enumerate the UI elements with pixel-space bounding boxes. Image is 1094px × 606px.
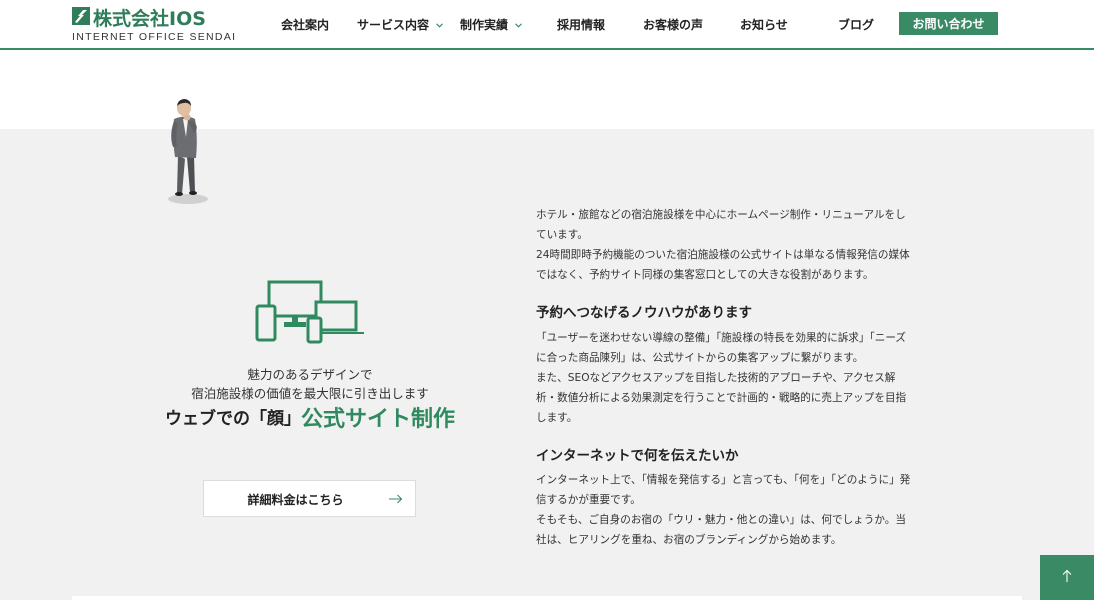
nav-item-label: 制作実績 [460, 18, 509, 32]
body-line: インターネット上で、「情報を発信する」と言っても、「何を」「どのように」発 [536, 474, 911, 486]
businessman-figure [168, 99, 208, 204]
nav-item-news[interactable]: お知らせ [740, 16, 788, 33]
nav-item-label: 採用情報 [557, 18, 606, 32]
contact-button[interactable]: お問い合わせ [899, 12, 998, 35]
arrow-up-icon [1062, 569, 1072, 582]
body-line: 社は、ヒアリングを重ね、お宿のブランディングから始めます。 [536, 534, 842, 546]
price-details-button[interactable]: 詳細料金はこちら [203, 480, 416, 517]
tagline-line-1: 魅力のあるデザインで [247, 367, 373, 382]
logo[interactable]: 株式会社IOS INTERNET OFFICE SENDAI [72, 6, 235, 43]
nav-item-label: お知らせ [740, 18, 788, 32]
next-section-edge [72, 596, 1022, 606]
nav-item-label: ブログ [838, 18, 875, 32]
section-heading: 予約へつなげるノウハウがあります [536, 305, 752, 321]
arrow-right-icon [389, 494, 403, 504]
body-line: します。 [536, 412, 578, 424]
nav-item-label: お客様の声 [643, 18, 704, 32]
intro-line: 24時間即時予約機能のついた宿泊施設様の公式サイトは単なる情報発信の媒体 [536, 249, 910, 261]
intro-line: ています。 [536, 229, 588, 241]
nav-item-company[interactable]: 会社案内 [281, 16, 329, 33]
intro-line: ではなく、予約サイト同様の集客窓口としての大きな役割があります。 [536, 269, 874, 281]
body-line: に合った商品陳列」は、公式サイトからの集客アップに繋がります。 [536, 352, 864, 364]
devices-icon [255, 280, 364, 344]
nav-item-recruit[interactable]: 採用情報 [557, 16, 605, 33]
chevron-down-icon [436, 23, 444, 28]
section-heading: インターネットで何を伝えたいか [536, 448, 739, 464]
tagline-line-2: 宿泊施設様の価値を最大限に引き出します [191, 386, 429, 401]
headline-prefix: ウェブでの「顔」 [164, 409, 301, 429]
logo-name: 株式会社IOS [93, 8, 206, 30]
nav-item-works[interactable]: 制作実績 [460, 16, 523, 33]
logo-mark-icon [72, 7, 90, 25]
nav-item-label: サービス内容 [357, 18, 430, 32]
body-line: そもそも、ご自身のお宿の「ウリ・魅力・他との違い」は、何でしょうか。当 [536, 514, 906, 526]
price-button-label: 詳細料金はこちら [247, 493, 344, 507]
logo-subtitle: INTERNET OFFICE SENDAI [72, 31, 237, 43]
page-headline: ウェブでの「顔」公式サイト制作 [140, 401, 480, 433]
body-line: 信するかが重要です。 [536, 494, 641, 506]
nav-item-label: 会社案内 [281, 18, 330, 32]
intro-line: ホテル・旅館などの宿泊施設様を中心にホームページ制作・リニューアルをし [536, 209, 906, 221]
site-header: 株式会社IOS INTERNET OFFICE SENDAI 会社案内 サービス… [0, 0, 1094, 50]
back-to-top-button[interactable] [1040, 555, 1094, 600]
nav-item-blog[interactable]: ブログ [838, 16, 874, 33]
nav-item-voices[interactable]: お客様の声 [643, 16, 703, 33]
body-line: 「ユーザーを迷わせない導線の整備」「施設様の特長を効果的に訴求」「ニーズ [536, 332, 907, 344]
nav-item-services[interactable]: サービス内容 [357, 16, 444, 33]
chevron-down-icon [515, 23, 523, 28]
headline-main: 公式サイト制作 [300, 407, 455, 432]
body-line: 析・数値分析による効果測定を行うことで計画的・戦略的に売上アップを目指 [536, 392, 907, 404]
body-line: また、SEOなどアクセスアップを目指した技術的アプローチや、アクセス解 [536, 372, 896, 384]
